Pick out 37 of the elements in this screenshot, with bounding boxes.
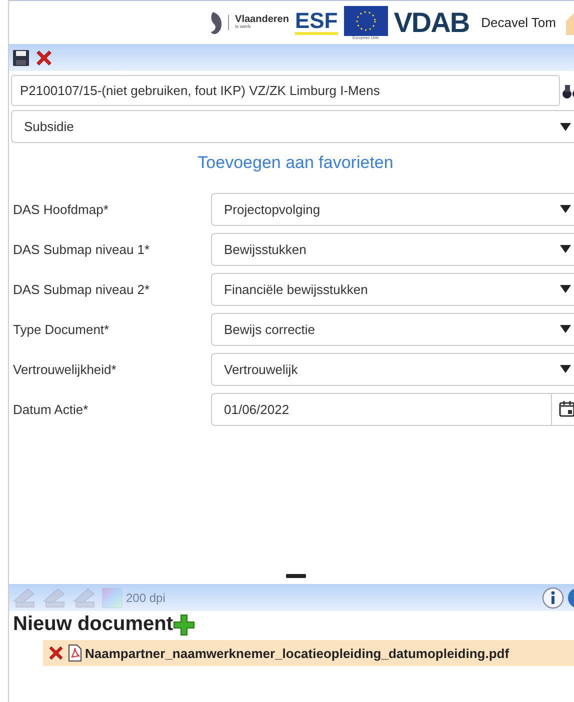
dropdown-caret-icon	[560, 365, 571, 373]
save-icon[interactable]	[12, 48, 30, 66]
dropdown-field[interactable]: Projectopvolging	[211, 192, 574, 226]
field-label: Vertrouwelijkheid*	[12, 362, 118, 376]
pdf-file-icon	[68, 644, 82, 662]
category-dropdown[interactable]: Subsidie	[11, 110, 574, 143]
esf-logo: ESF	[294, 10, 338, 35]
field-label: DAS Submap niveau 2*	[12, 282, 151, 296]
close-icon[interactable]	[47, 644, 65, 662]
dropdown-caret-icon	[560, 325, 571, 333]
field-label: DAS Hoofdmap*	[12, 202, 110, 216]
color-mode-icon[interactable]	[102, 588, 122, 608]
dropdown-field[interactable]: Bewijsstukken	[211, 232, 574, 266]
field-label: Type Document*	[12, 322, 110, 336]
project-field[interactable]: P2100107/15-(niet gebruiken, fout IKP) VZ/ZK Limburg I-Mens	[11, 75, 560, 106]
dropdown-field[interactable]: Financiële bewijsstukken	[211, 272, 574, 306]
dropdown-caret-icon	[560, 122, 571, 130]
dropdown-caret-icon	[560, 285, 571, 293]
add-to-favorites-link[interactable]: Toevoegen aan favorieten	[198, 153, 394, 173]
vdab-logo: VDAB	[394, 6, 470, 38]
dropdown-field[interactable]: Vertrouwelijk	[211, 352, 574, 386]
resolution-label: 200 dpi	[126, 590, 166, 604]
calendar-icon[interactable]	[558, 400, 574, 418]
date-field[interactable]: 01/06/2022	[211, 392, 574, 426]
dropdown-field[interactable]: Bewijs correctie	[211, 312, 574, 346]
field-label: DAS Submap niveau 1*	[12, 242, 151, 256]
section-title: Nieuw document	[13, 613, 174, 636]
field-label: Datum Actie*	[12, 402, 90, 416]
info-icon[interactable]	[542, 586, 564, 608]
splitter-handle-icon[interactable]	[286, 574, 306, 578]
lion-logo-icon	[210, 12, 222, 34]
dropdown-caret-icon	[560, 245, 571, 253]
user-name: Decavel Tom	[481, 15, 556, 30]
add-icon[interactable]	[173, 614, 196, 636]
file-name: Naampartner_naamwerknemer_locatieopleiding_datumopleiding.pdf	[85, 646, 510, 660]
file-row[interactable]: Naampartner_naamwerknemer_locatieopleiding_datumopleiding.pdf	[43, 640, 574, 666]
dropdown-caret-icon	[560, 205, 571, 213]
